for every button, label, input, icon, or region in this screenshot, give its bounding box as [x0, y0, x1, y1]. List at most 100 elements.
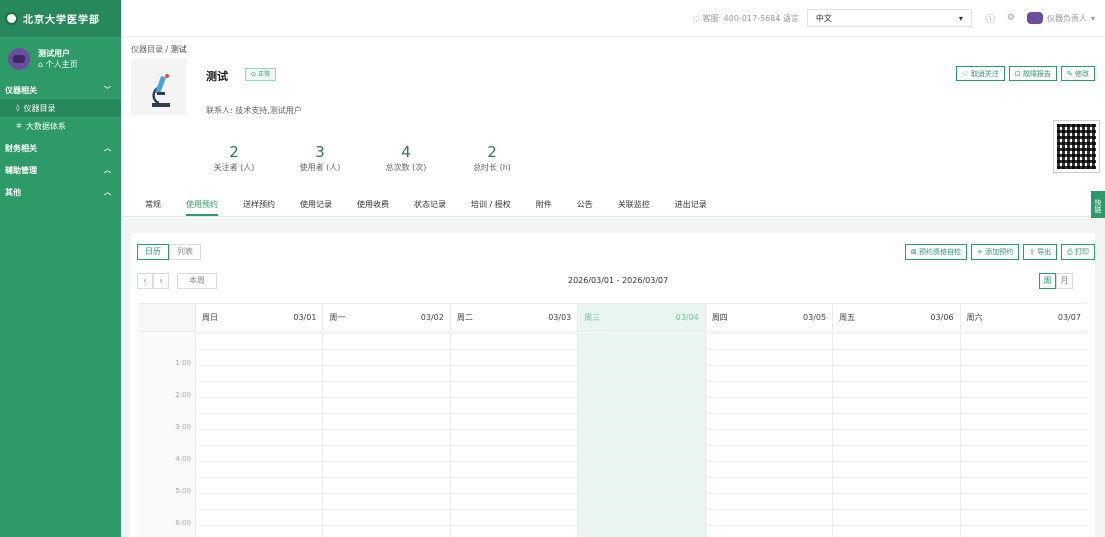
- contact-info: 联系人: 技术支持,测试用户: [206, 106, 302, 115]
- tab-announcements[interactable]: 公告: [577, 193, 593, 216]
- grid-body: 1:00 2:00 3:00 4:00 5:00 6:00: [139, 333, 1087, 537]
- breadcrumb-current: 测试: [170, 45, 187, 54]
- self-check-button[interactable]: ⊠ 预约资格自检: [904, 244, 967, 260]
- day-column-fri[interactable]: [832, 333, 960, 537]
- time-label: 4:00: [175, 455, 191, 463]
- this-week-button[interactable]: 本周: [177, 273, 217, 289]
- stat-users: 3 使用者 (人): [299, 143, 341, 172]
- chevron-down-icon: ﹀: [104, 86, 111, 94]
- home-icon: ⌂: [38, 60, 46, 69]
- fault-report-button[interactable]: ⊡ 故障报告: [1008, 66, 1057, 81]
- tab-access-records[interactable]: 进出记录: [675, 193, 707, 216]
- stat-followers: 2 关注者 (人): [213, 143, 255, 172]
- time-label: 5:00: [175, 487, 191, 495]
- menu-group-instruments[interactable]: 仪器相关 ﹀: [0, 81, 121, 99]
- tab-bar: 常规 使用预约 送样预约 使用记录 使用收费 状态记录 培训 / 授权 附件 公…: [121, 193, 1105, 217]
- stats: 2 关注者 (人) 3 使用者 (人) 4 总次数 (次) 2 总时长 (h): [191, 143, 535, 173]
- edit-button[interactable]: ✎ 修改: [1060, 66, 1095, 81]
- month-view-button[interactable]: 月: [1056, 273, 1073, 289]
- time-column-header: [139, 304, 195, 331]
- calendar-panel: 日历 列表 ⊠ 预约资格自检 + 添加预约 ⇪ 导出 ⎙ 打印 ‹ › 本周 2…: [131, 233, 1095, 537]
- day-column-tue[interactable]: [449, 333, 578, 537]
- day-header-mon: 周一 03/02: [322, 304, 449, 331]
- tab-usage-booking[interactable]: 使用预约: [186, 193, 218, 216]
- print-button[interactable]: ⎙ 打印: [1061, 244, 1095, 260]
- plus-icon: +: [976, 248, 986, 256]
- export-button[interactable]: ⇪ 导出: [1023, 244, 1058, 260]
- stat-duration: 2 总时长 (h): [473, 143, 511, 172]
- time-labels: 1:00 2:00 3:00 4:00 5:00 6:00: [139, 333, 195, 537]
- day-column-sat[interactable]: [959, 333, 1087, 537]
- help-icon[interactable]: ⓘ: [986, 12, 995, 25]
- status-badge: ⊙ 正常: [245, 68, 276, 81]
- prev-week-button[interactable]: ‹: [137, 273, 153, 289]
- day-column-mon[interactable]: [322, 333, 450, 537]
- tab-attachments[interactable]: 附件: [536, 193, 552, 216]
- university-seal-icon: [5, 12, 18, 25]
- tab-status-records[interactable]: 状态记录: [414, 193, 446, 216]
- add-booking-button[interactable]: + 添加预约: [970, 244, 1020, 260]
- day-column-sun[interactable]: [195, 333, 323, 537]
- export-icon: ⇪: [1029, 248, 1038, 256]
- tab-general[interactable]: 常规: [145, 193, 161, 216]
- checklist-icon: ⊠: [910, 248, 919, 256]
- sidebar-item-instrument-catalog[interactable]: ◊ 仪器目录: [0, 99, 121, 117]
- user-home-link[interactable]: ⌂ 个人主页: [38, 59, 78, 70]
- check-icon: ⊙: [251, 71, 258, 78]
- instrument-icon: ◊: [16, 104, 20, 112]
- period-toggle: 周 月: [1039, 273, 1073, 289]
- operator-name[interactable]: 仪器负责人: [1047, 13, 1087, 24]
- breadcrumb-root[interactable]: 仪器目录: [131, 45, 163, 54]
- chevron-up-icon: ︿: [104, 188, 111, 196]
- caret-down-icon: ▾: [958, 13, 963, 23]
- view-mode-switch: 日历 列表: [137, 244, 201, 260]
- time-label: 6:00: [175, 519, 191, 527]
- main-content: 仪器目录 / 测试 测试 ⊙ 正常 联系人: 技术支持,测试用户 ♡ 取消关注 …: [121, 37, 1105, 537]
- time-label: 3:00: [175, 423, 191, 431]
- breadcrumb: 仪器目录 / 测试: [131, 45, 187, 54]
- stat-count: 4 总次数 (次): [385, 143, 427, 172]
- list-mode-button[interactable]: 列表: [169, 244, 201, 260]
- qr-code-icon: [1053, 120, 1100, 173]
- menu-group-finance[interactable]: 财务相关 ︿: [0, 139, 121, 157]
- next-week-button[interactable]: ›: [153, 273, 169, 289]
- operator-avatar[interactable]: [1026, 12, 1043, 24]
- language-select[interactable]: 中文 ▾: [806, 9, 972, 27]
- day-column-thu[interactable]: [704, 333, 833, 537]
- day-header-thu: 周四 03/05: [704, 304, 832, 331]
- menu-group-aux[interactable]: 辅助管理 ︿: [0, 161, 121, 179]
- week-view-button[interactable]: 周: [1039, 273, 1056, 289]
- sidebar: 北京大学医学部 测试用户 ⌂ 个人主页 仪器相关 ﹀ ◊ 仪器目录 ✲ 大数据体系 财…: [0, 0, 121, 537]
- day-header-sat: 周六 03/07: [959, 304, 1087, 331]
- tab-sample-booking[interactable]: 送样预约: [243, 193, 275, 216]
- user-block[interactable]: 测试用户 ⌂ 个人主页: [0, 37, 121, 77]
- service-hotline: ◌ 客服: 400-017-5684 语言: [692, 13, 799, 23]
- day-header-sun: 周日 03/01: [195, 304, 322, 331]
- week-grid: 周日 03/01 周一 03/02 周二 03/03 周三 03/04 周四 03/05 …: [139, 303, 1087, 537]
- brand-logo[interactable]: 北京大学医学部: [0, 0, 121, 37]
- brand-name: 北京大学医学部: [23, 15, 100, 26]
- settings-icon[interactable]: ⚙: [1007, 13, 1015, 23]
- sidebar-item-big-data[interactable]: ✲ 大数据体系: [0, 117, 121, 135]
- microscope-icon: [152, 74, 170, 107]
- chevron-left-icon: ‹: [143, 276, 147, 285]
- chevron-up-icon: ︿: [104, 166, 111, 174]
- user-name: 测试用户: [38, 49, 70, 58]
- calendar-mode-button[interactable]: 日历: [137, 244, 169, 260]
- unfollow-button[interactable]: ♡ 取消关注: [956, 66, 1005, 81]
- tab-monitoring[interactable]: 关联监控: [618, 193, 650, 216]
- tab-usage-records[interactable]: 使用记录: [300, 193, 332, 216]
- day-header-fri: 周五 03/06: [832, 304, 959, 331]
- headset-icon: ◌: [692, 13, 703, 23]
- day-header-wed: 周三 03/04: [577, 304, 705, 331]
- caret-down-icon[interactable]: ▾: [1091, 14, 1095, 23]
- tab-training[interactable]: 培训 / 授权: [471, 193, 511, 216]
- pencil-icon: ✎: [1066, 69, 1075, 78]
- tab-usage-fees[interactable]: 使用收费: [357, 193, 389, 216]
- quick-link-tab[interactable]: 快链: [1091, 191, 1105, 221]
- day-column-wed[interactable]: [577, 333, 705, 537]
- chevron-up-icon: ︿: [104, 144, 111, 152]
- menu-group-other[interactable]: 其他 ︿: [0, 183, 121, 201]
- date-range: 2026/03/01 - 2026/03/07: [568, 276, 669, 285]
- instrument-title: 测试: [206, 70, 228, 83]
